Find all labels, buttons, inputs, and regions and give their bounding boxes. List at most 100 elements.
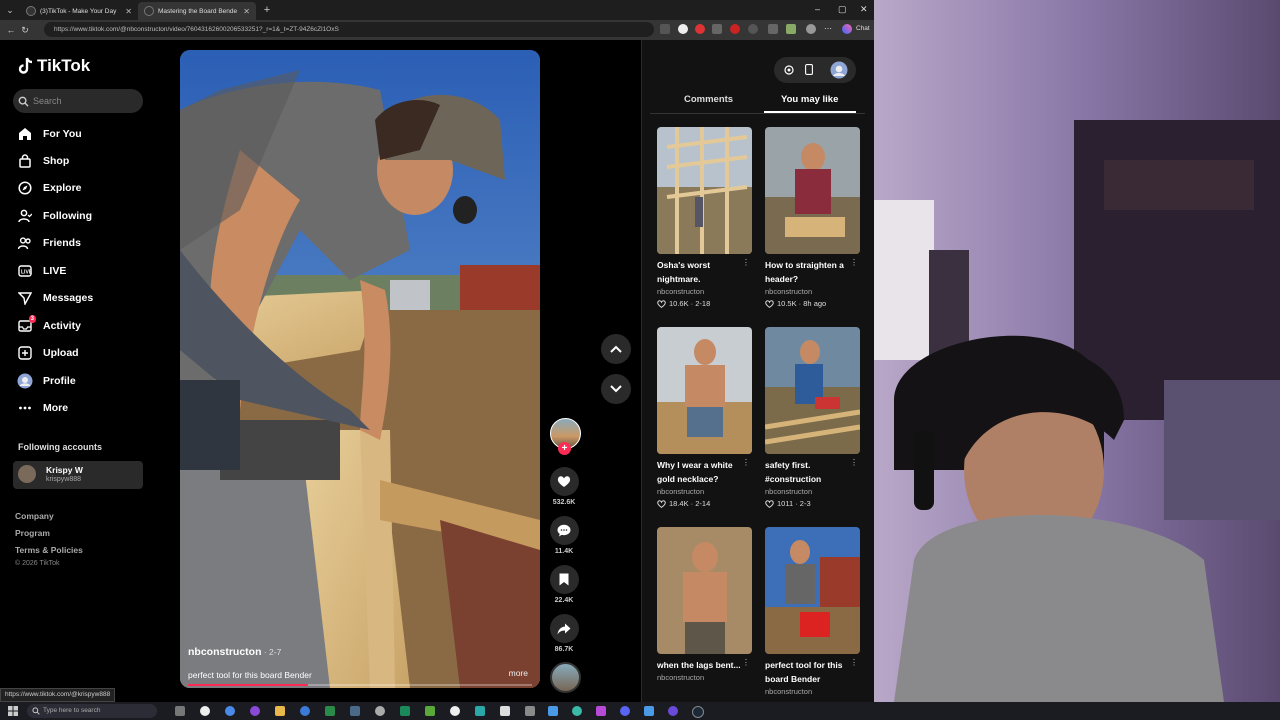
app-icon[interactable] <box>250 706 260 716</box>
footer-link-terms[interactable]: Terms & Policies <box>15 545 83 555</box>
tiktok-logo[interactable]: TikTok <box>18 56 90 76</box>
search-input[interactable]: Search <box>13 89 143 113</box>
following-account-item[interactable]: Krispy W krispyw888 <box>13 461 143 489</box>
app-icon[interactable] <box>668 706 678 716</box>
header-pill <box>774 57 856 83</box>
app-icon[interactable] <box>525 706 535 716</box>
nav-item-more[interactable]: More <box>17 398 147 418</box>
video-player[interactable]: nbconstructon · 2-7 perfect tool for thi… <box>180 50 540 688</box>
nav-item-messages[interactable]: Messages <box>17 288 147 308</box>
reload-icon[interactable]: ↻ <box>18 25 32 36</box>
follow-plus-icon[interactable]: + <box>558 442 571 455</box>
video-author[interactable]: nbconstructon <box>188 646 262 658</box>
nav-item-shop[interactable]: Shop <box>17 151 147 171</box>
comment-button[interactable]: 11.4K <box>548 516 580 555</box>
footer-link-program[interactable]: Program <box>15 528 50 538</box>
nav-item-explore[interactable]: Explore <box>17 178 147 198</box>
extension-icon[interactable] <box>730 24 740 34</box>
nav-item-following[interactable]: Following <box>17 206 147 226</box>
more-options-icon[interactable]: ⋮ <box>850 258 858 267</box>
file-explorer-icon[interactable] <box>275 706 285 716</box>
taskbar-search-input[interactable]: Type here to search <box>27 704 157 718</box>
like-button[interactable]: 532.6K <box>548 467 580 506</box>
chat-button[interactable]: Chat <box>856 25 870 32</box>
close-icon[interactable]: ✕ <box>243 7 250 16</box>
save-button[interactable]: 22.4K <box>548 565 580 604</box>
footer-link-company[interactable]: Company <box>15 511 54 521</box>
phone-icon[interactable] <box>805 64 813 75</box>
extension-icon[interactable] <box>768 24 778 34</box>
card-stats: 18.4K · 2-14 <box>657 499 752 508</box>
close-icon[interactable]: ✕ <box>125 7 132 16</box>
task-view-icon[interactable] <box>175 706 185 716</box>
minimize-icon[interactable]: – <box>815 4 820 14</box>
app-icon[interactable] <box>475 706 485 716</box>
tab-comments[interactable]: Comments <box>684 94 733 105</box>
music-disc-icon[interactable] <box>550 662 581 693</box>
app-icon[interactable] <box>596 706 606 716</box>
share-button[interactable]: 86.7K <box>548 614 580 653</box>
nav-item-for-you[interactable]: For You <box>17 124 147 144</box>
app-icon[interactable] <box>350 706 360 716</box>
video-thumbnail <box>765 327 860 454</box>
nav-item-profile[interactable]: Profile <box>17 371 147 391</box>
nav-item-live[interactable]: LIVE LIVE <box>17 261 147 281</box>
recommended-video-card[interactable]: ⋮ safety first. #construction nbconstruc… <box>765 327 860 508</box>
tab-title: (3)TikTok - Make Your Day <box>40 7 117 15</box>
recommended-video-card[interactable]: ⋮ Osha's worst nightmare. nbconstructon … <box>657 127 752 308</box>
tab-you-may-like[interactable]: You may like <box>781 94 838 105</box>
app-icon[interactable] <box>548 706 558 716</box>
more-link[interactable]: more <box>509 668 528 678</box>
coin-icon[interactable] <box>784 65 794 75</box>
discord-icon[interactable] <box>620 706 630 716</box>
app-icon[interactable] <box>400 706 410 716</box>
nav-item-activity[interactable]: 3 Activity <box>17 315 147 336</box>
card-title: Why I wear a white gold necklace? <box>657 460 733 484</box>
video-progress-bar[interactable] <box>188 684 532 686</box>
recommended-video-card[interactable]: ⋮ when the lags bent... nbconstructon <box>657 527 752 682</box>
tab-list-icon[interactable]: ⌄ <box>0 5 20 16</box>
user-avatar-icon[interactable] <box>830 61 848 79</box>
recommended-video-card[interactable]: ⋮ Why I wear a white gold necklace? nbco… <box>657 327 752 508</box>
tab-video[interactable]: Mastering the Board Bender ✗ ✕ <box>138 2 256 20</box>
extension-icon[interactable] <box>695 24 705 34</box>
extension-icon[interactable] <box>786 24 796 34</box>
window-close-icon[interactable]: ✕ <box>860 4 868 15</box>
windows-start-icon[interactable] <box>8 706 18 716</box>
more-options-icon[interactable]: ⋮ <box>742 658 750 667</box>
app-icon[interactable] <box>375 706 385 716</box>
recommended-video-card[interactable]: ⋮ How to straighten a header? nbconstruc… <box>765 127 860 308</box>
active-tab-indicator <box>764 111 856 113</box>
nav-item-upload[interactable]: Upload <box>17 343 147 363</box>
maximize-icon[interactable]: ▢ <box>838 4 847 15</box>
steam-icon[interactable] <box>692 706 704 718</box>
more-options-icon[interactable]: ⋮ <box>850 658 858 667</box>
extension-icon[interactable] <box>748 24 758 34</box>
extension-icon[interactable] <box>678 24 688 34</box>
profile-avatar-icon[interactable] <box>806 24 816 34</box>
app-icon[interactable] <box>572 706 582 716</box>
copilot-icon[interactable] <box>842 24 852 34</box>
edge-icon[interactable] <box>300 706 310 716</box>
extension-icon[interactable] <box>712 24 722 34</box>
previous-video-button[interactable] <box>601 334 631 364</box>
more-options-icon[interactable]: ⋮ <box>850 458 858 467</box>
app-icon[interactable] <box>644 706 654 716</box>
menu-dots-icon[interactable]: ⋯ <box>824 24 832 33</box>
app-icon[interactable] <box>325 706 335 716</box>
nvidia-icon[interactable] <box>425 706 435 716</box>
app-icon[interactable] <box>450 706 460 716</box>
extension-icon[interactable] <box>660 24 670 34</box>
more-options-icon[interactable]: ⋮ <box>742 258 750 267</box>
app-icon[interactable] <box>500 706 510 716</box>
chrome-icon[interactable] <box>225 706 235 716</box>
app-icon[interactable] <box>200 706 210 716</box>
url-field[interactable]: https://www.tiktok.com/@nbconstructon/vi… <box>44 22 654 37</box>
more-options-icon[interactable]: ⋮ <box>742 458 750 467</box>
tab-tiktok-home[interactable]: (3)TikTok - Make Your Day ✕ <box>20 2 138 20</box>
nav-item-friends[interactable]: Friends <box>17 233 147 253</box>
back-icon[interactable]: ← <box>4 25 18 35</box>
next-video-button[interactable] <box>601 374 631 404</box>
recommended-video-card[interactable]: ⋮ perfect tool for this board Bender nbc… <box>765 527 860 696</box>
new-tab-icon[interactable]: + <box>260 4 274 16</box>
